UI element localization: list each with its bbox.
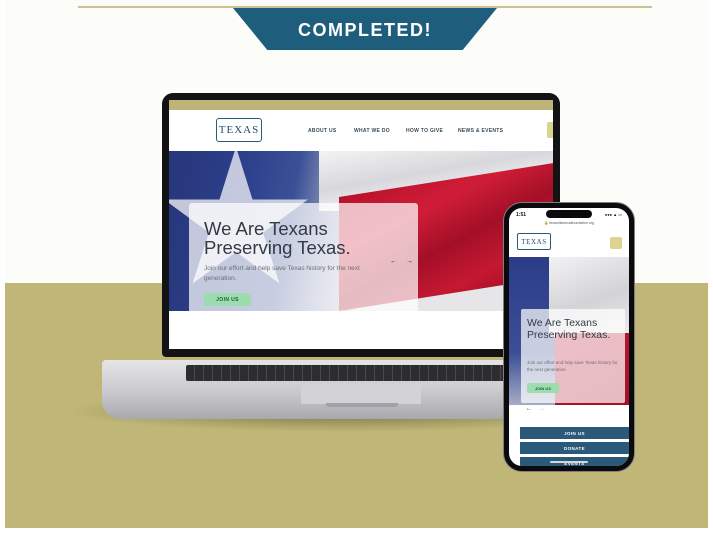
hero-title-mobile: We Are Texans Preserving Texas. bbox=[527, 317, 611, 341]
phone-dynamic-island bbox=[546, 210, 592, 218]
laptop-screen: TEXAS ABOUT US WHAT WE DO HOW TO GIVE NE… bbox=[169, 100, 553, 349]
nav-news-events[interactable]: NEWS & EVENTS bbox=[458, 128, 503, 134]
join-us-button[interactable]: JOIN US bbox=[204, 293, 251, 306]
nav-what-we-do[interactable]: WHAT WE DO bbox=[354, 128, 390, 134]
texas-logo[interactable]: TEXAS bbox=[216, 118, 262, 142]
laptop-hero: We Are Texans Preserving Texas. Join our… bbox=[169, 151, 553, 311]
phone-time: 1:51 bbox=[516, 212, 527, 218]
join-us-button-mobile[interactable]: JOIN US bbox=[527, 383, 559, 393]
hero-card: We Are Texans Preserving Texas. Join our… bbox=[189, 203, 418, 311]
home-indicator bbox=[550, 461, 588, 463]
top-divider bbox=[78, 6, 652, 8]
logo-text: TEXAS bbox=[218, 124, 260, 136]
laptop-site-footer bbox=[169, 311, 553, 349]
phone-site-header: TEXAS bbox=[509, 227, 629, 257]
arrow-right-icon-mobile[interactable]: → bbox=[539, 406, 545, 412]
texas-logo-mobile[interactable]: TEXAS bbox=[517, 233, 551, 250]
menu-icon[interactable] bbox=[547, 122, 553, 138]
arrow-left-icon-mobile[interactable]: ← bbox=[526, 406, 532, 412]
banner-label: COMPLETED! bbox=[298, 19, 432, 40]
laptop-touchpad bbox=[301, 384, 421, 404]
laptop-keyboard bbox=[186, 365, 536, 381]
laptop-notch bbox=[326, 403, 398, 407]
nav-how-to-give[interactable]: HOW TO GIVE bbox=[406, 128, 443, 134]
arrow-left-icon[interactable]: ← bbox=[390, 258, 397, 265]
donate-nav-button[interactable]: DONATE bbox=[520, 442, 629, 454]
logo-text-mobile: TEXAS bbox=[521, 237, 547, 246]
join-us-nav-button[interactable]: JOIN US bbox=[520, 427, 629, 439]
arrow-right-icon[interactable]: → bbox=[406, 258, 413, 265]
hero-title: We Are Texans Preserving Texas. bbox=[204, 218, 351, 258]
phone-url-bar[interactable]: 🔒 texashistoricalfoundation.org bbox=[523, 221, 615, 225]
hero-subtitle: Join our effort and help save Texas hist… bbox=[204, 265, 360, 282]
hero-card-mobile: We Are Texans Preserving Texas. Join our… bbox=[521, 309, 625, 403]
bottom-edge bbox=[5, 528, 708, 533]
nav-about-us[interactable]: ABOUT US bbox=[308, 128, 337, 134]
phone-screen: 1:51 ●●● ▲ ▭ 🔒 texashistoricalfoundation… bbox=[509, 208, 629, 466]
menu-icon-mobile[interactable] bbox=[610, 237, 622, 249]
phone-hero: We Are Texans Preserving Texas. Join our… bbox=[509, 257, 629, 405]
phone-status-icons: ●●● ▲ ▭ bbox=[604, 212, 622, 217]
laptop-site-header: TEXAS ABOUT US WHAT WE DO HOW TO GIVE NE… bbox=[169, 110, 553, 151]
hero-subtitle-mobile: Join our effort and help save Texas hist… bbox=[527, 360, 618, 372]
laptop-site-topbar bbox=[169, 100, 553, 110]
completed-banner: COMPLETED! bbox=[233, 8, 497, 50]
